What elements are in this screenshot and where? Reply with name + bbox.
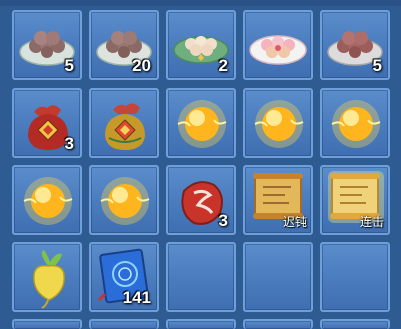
inventory-slot-empty[interactable]: [320, 242, 390, 312]
inventory-slot[interactable]: [89, 165, 159, 235]
inventory-slot[interactable]: 5: [320, 10, 390, 80]
golden-orb-icon: [331, 100, 381, 148]
inventory-slot-partial[interactable]: [12, 319, 82, 329]
inventory-slot[interactable]: [12, 242, 82, 312]
golden-orb-icon: [23, 177, 73, 225]
inventory-slot-partial[interactable]: [320, 319, 390, 329]
inventory-grid: 5 20 2 5 3 3 迟钝 连击 141: [0, 0, 401, 329]
inventory-slot-partial[interactable]: [243, 319, 313, 329]
item-count: 5: [372, 56, 382, 75]
item-count: 5: [64, 56, 74, 75]
inventory-slot[interactable]: 20: [89, 10, 159, 80]
item-tag: 连击: [359, 215, 384, 229]
inventory-slot-partial[interactable]: [166, 319, 236, 329]
inventory-slot[interactable]: [12, 165, 82, 235]
gold-pouch-icon: [105, 103, 145, 150]
inventory-slot-empty[interactable]: [243, 242, 313, 312]
golden-orb-icon: [100, 177, 150, 225]
golden-radish-icon: [33, 250, 65, 309]
inventory-slot[interactable]: [166, 88, 236, 158]
inventory-slot[interactable]: 3: [12, 88, 82, 158]
inventory-slot-partial[interactable]: [89, 319, 159, 329]
golden-orb-icon: [177, 100, 227, 148]
inventory-slot[interactable]: 5: [12, 10, 82, 80]
item-count: 2: [218, 56, 228, 75]
inventory-slot[interactable]: 3: [166, 165, 236, 235]
inventory-slot[interactable]: [89, 88, 159, 158]
inventory-slot[interactable]: [243, 88, 313, 158]
item-count: 3: [218, 211, 228, 230]
item-count: 3: [64, 134, 74, 153]
inventory-slot[interactable]: [243, 10, 313, 80]
item-count: 141: [122, 288, 151, 307]
inventory-slot[interactable]: 141: [89, 242, 159, 312]
inventory-slot[interactable]: 2: [166, 10, 236, 80]
inventory-slot[interactable]: 迟钝: [243, 165, 313, 235]
item-count: 20: [132, 56, 151, 75]
inventory-slot[interactable]: [320, 88, 390, 158]
inventory-slot-empty[interactable]: [166, 242, 236, 312]
item-tag: 迟钝: [282, 215, 307, 229]
plate-pink-dumplings-icon: [249, 35, 307, 65]
golden-orb-icon: [254, 100, 304, 148]
top-edge: [0, 0, 401, 6]
inventory-slot[interactable]: 连击: [320, 165, 390, 235]
